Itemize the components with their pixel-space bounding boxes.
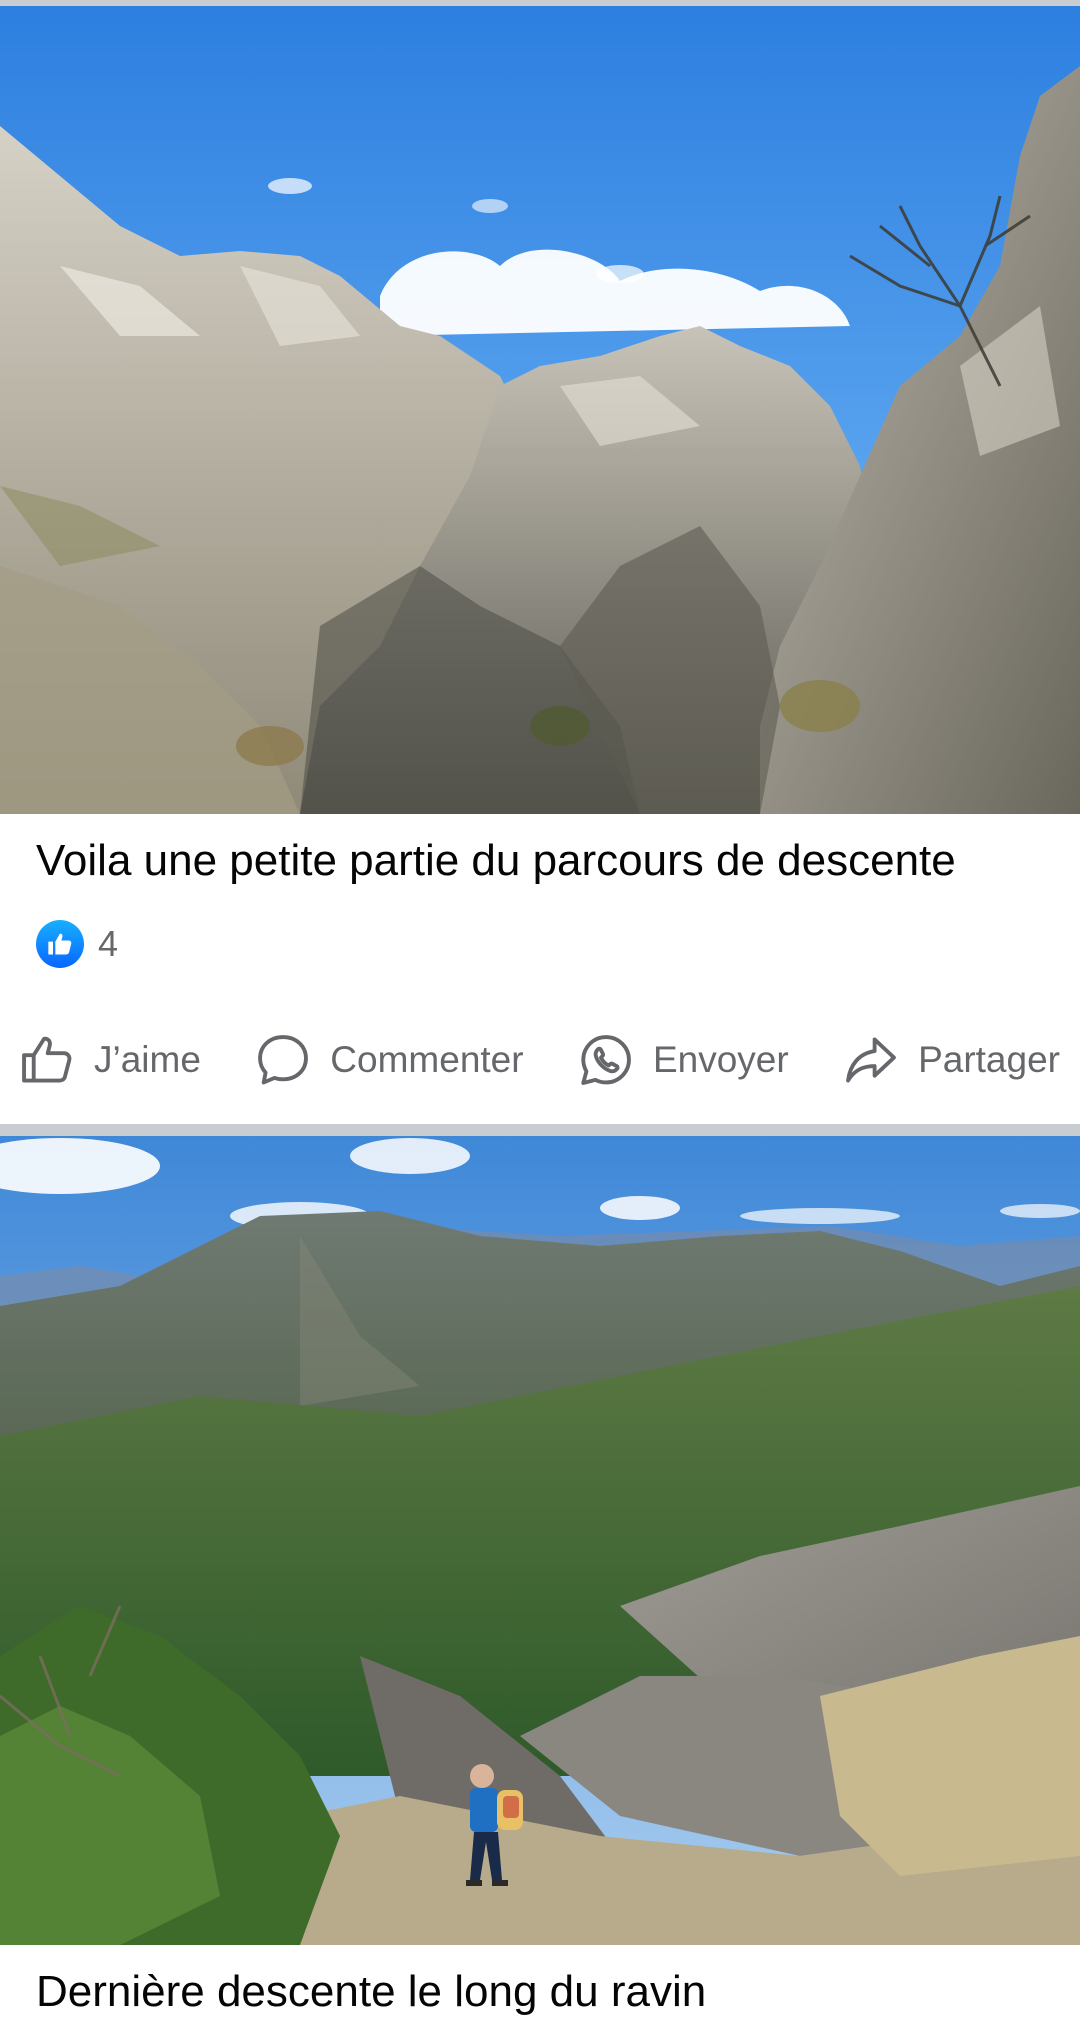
reaction-summary[interactable]: 4	[36, 918, 118, 970]
post-photo-valley-hiker[interactable]	[0, 1136, 1080, 1945]
share-arrow-icon	[846, 1037, 896, 1083]
post-caption: Dernière descente le long du ravin	[36, 1967, 707, 2016]
reaction-count: 4	[98, 923, 119, 964]
post-separator	[0, 1124, 1080, 1136]
post-action-bar: J’aime Commenter Envoyer Partager	[0, 1020, 1080, 1100]
thumbs-up-icon	[22, 1036, 72, 1083]
send-label: Envoyer	[652, 1039, 789, 1080]
post-caption: Voila une petite partie du parcours de d…	[36, 836, 956, 885]
post-photo-rocky-descent[interactable]	[0, 6, 1080, 814]
comment-bubble-icon	[258, 1035, 309, 1085]
comment-button[interactable]: Commenter	[254, 1031, 524, 1089]
whatsapp-icon	[581, 1035, 631, 1085]
send-button[interactable]: Envoyer	[577, 1031, 789, 1089]
like-label: J’aime	[94, 1039, 201, 1080]
share-label: Partager	[918, 1039, 1060, 1080]
share-button[interactable]: Partager	[842, 1031, 1060, 1089]
comment-label: Commenter	[330, 1039, 524, 1080]
thumbs-up-badge-icon	[36, 920, 84, 968]
like-button[interactable]: J’aime	[18, 1031, 201, 1089]
